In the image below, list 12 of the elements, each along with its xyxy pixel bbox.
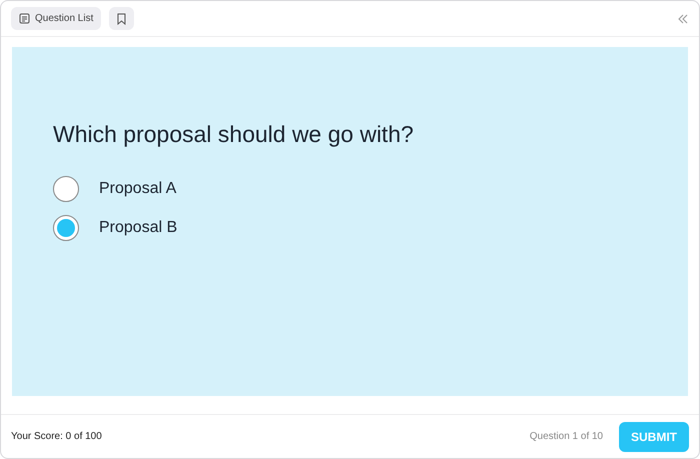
collapse-icon[interactable]	[677, 14, 689, 24]
score-text: Your Score: 0 of 100	[11, 430, 102, 444]
bookmark-icon	[117, 12, 126, 24]
option-label[interactable]: Proposal A	[99, 176, 176, 200]
list-icon	[19, 13, 30, 24]
bookmark-button[interactable]	[109, 7, 134, 30]
radio-button[interactable]	[53, 214, 79, 240]
option-label[interactable]: Proposal B	[99, 216, 178, 240]
question-list-button[interactable]: Question List	[11, 7, 102, 30]
radio-button[interactable]	[53, 176, 79, 202]
progress-text: Question 1 of 10	[530, 430, 603, 444]
question-text: Which proposal should we go with?	[53, 120, 415, 149]
